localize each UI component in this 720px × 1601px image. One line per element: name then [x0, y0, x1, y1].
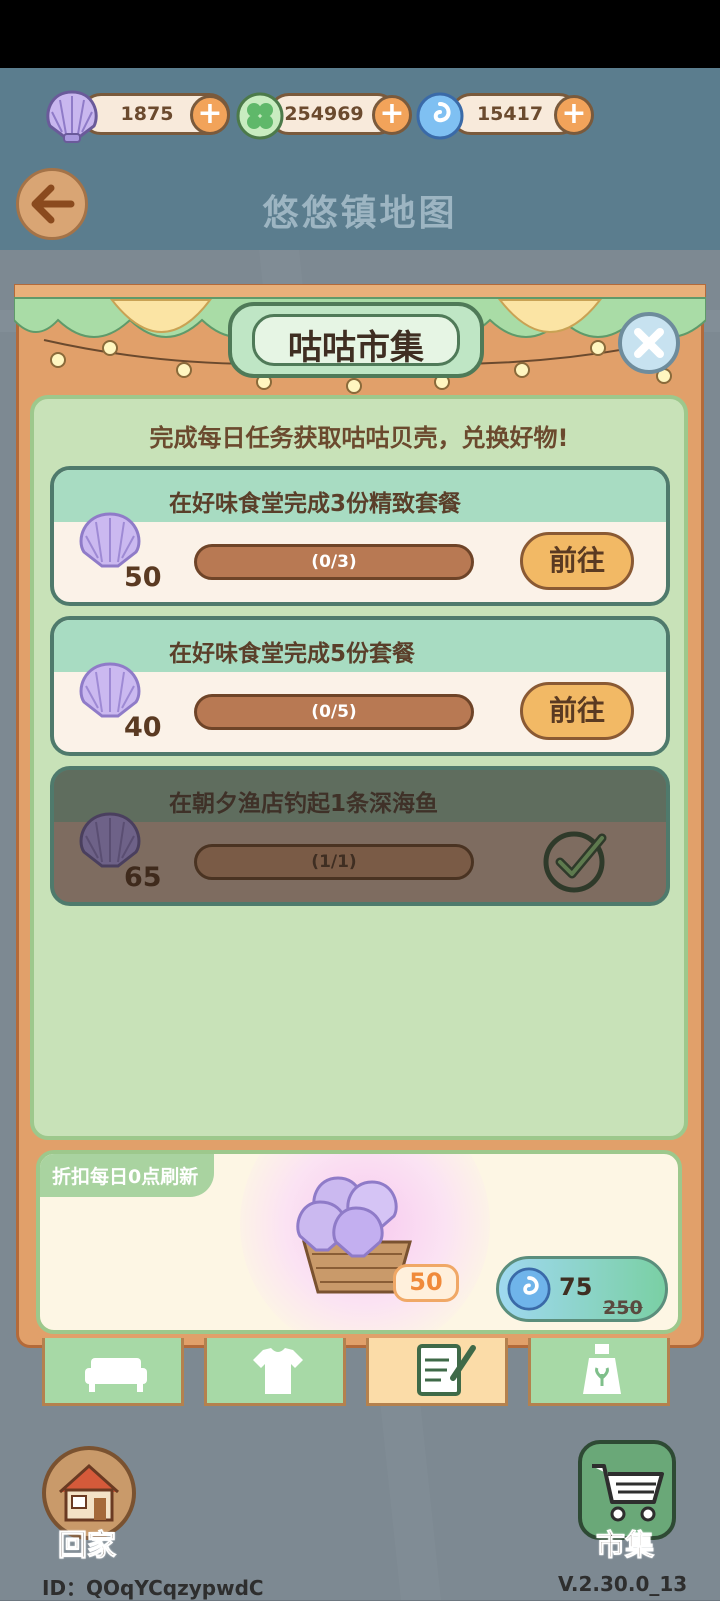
buy-button[interactable]: 75 250 [496, 1256, 668, 1322]
task-card: 在好味食堂完成5份套餐 40 (0/5) 前往 [50, 616, 670, 756]
add-swirl-button[interactable]: + [554, 95, 594, 135]
add-shells-button[interactable]: + [190, 95, 230, 135]
tab-clothing[interactable] [204, 1338, 346, 1406]
swirl-icon [416, 92, 464, 144]
refresh-tag: 折扣每日0点刷新 [40, 1154, 215, 1197]
buy-price: 75 [559, 1273, 593, 1301]
task-subtitle: 完成每日任务获取咕咕贝壳，兑换好物! [149, 424, 569, 452]
market-title: 咕咕市集 [288, 328, 424, 368]
swirl-icon [507, 1267, 551, 1315]
tab-items[interactable] [528, 1338, 670, 1406]
market-sign: 咕咕市集 [228, 302, 484, 378]
go-button[interactable]: 前往 [520, 682, 634, 740]
market-label: 市集 [595, 1528, 655, 1563]
bottle-icon [583, 1344, 621, 1394]
task-description: 在朝夕渔店钓起1条深海鱼 [169, 791, 439, 817]
progress-text: (0/3) [311, 552, 357, 572]
task-reward: 50 [124, 562, 162, 593]
tab-tasks[interactable] [366, 1338, 508, 1406]
shell-count: 1875 [120, 103, 174, 125]
task-reward: 65 [124, 862, 162, 893]
clover-icon [236, 92, 284, 144]
swirl-count: 15417 [476, 103, 544, 125]
version-text: V.2.30.0_13 [558, 1572, 688, 1596]
sofa-icon [85, 1358, 147, 1392]
task-description: 在好味食堂完成3份精致套餐 [169, 491, 462, 517]
original-price: 250 [603, 1297, 643, 1319]
progress-bar: (0/3) [194, 544, 474, 580]
progress-bar: (0/5) [194, 694, 474, 730]
discount-shop: 折扣每日0点刷新 50 75 250 [36, 1150, 682, 1334]
task-reward: 40 [124, 712, 162, 743]
status-bar [0, 0, 720, 68]
shell-icon [42, 86, 102, 148]
tab-furniture[interactable] [42, 1338, 184, 1406]
notepad-icon [417, 1344, 476, 1396]
player-id: ID：QOqYCqzypwdC [42, 1576, 264, 1600]
shirt-icon [253, 1348, 303, 1394]
task-card-completed: 在朝夕渔店钓起1条深海鱼 65 (1/1) [50, 766, 670, 906]
go-button[interactable]: 前往 [520, 532, 634, 590]
progress-bar: (1/1) [194, 844, 474, 880]
item-count-badge: 50 [393, 1264, 459, 1302]
home-label: 回家 [57, 1528, 117, 1563]
close-icon [634, 328, 664, 358]
clover-count: 254969 [284, 103, 364, 125]
checkmark-icon [540, 824, 614, 898]
close-button[interactable] [618, 312, 680, 374]
progress-text: (1/1) [311, 852, 357, 872]
task-description: 在好味食堂完成5份套餐 [169, 641, 416, 667]
cart-icon [592, 1464, 664, 1522]
page-title: 悠悠镇地图 [262, 193, 458, 234]
task-card: 在好味食堂完成3份精致套餐 50 (0/3) 前往 [50, 466, 670, 606]
add-clover-button[interactable]: + [372, 95, 412, 135]
progress-text: (0/5) [311, 702, 357, 722]
